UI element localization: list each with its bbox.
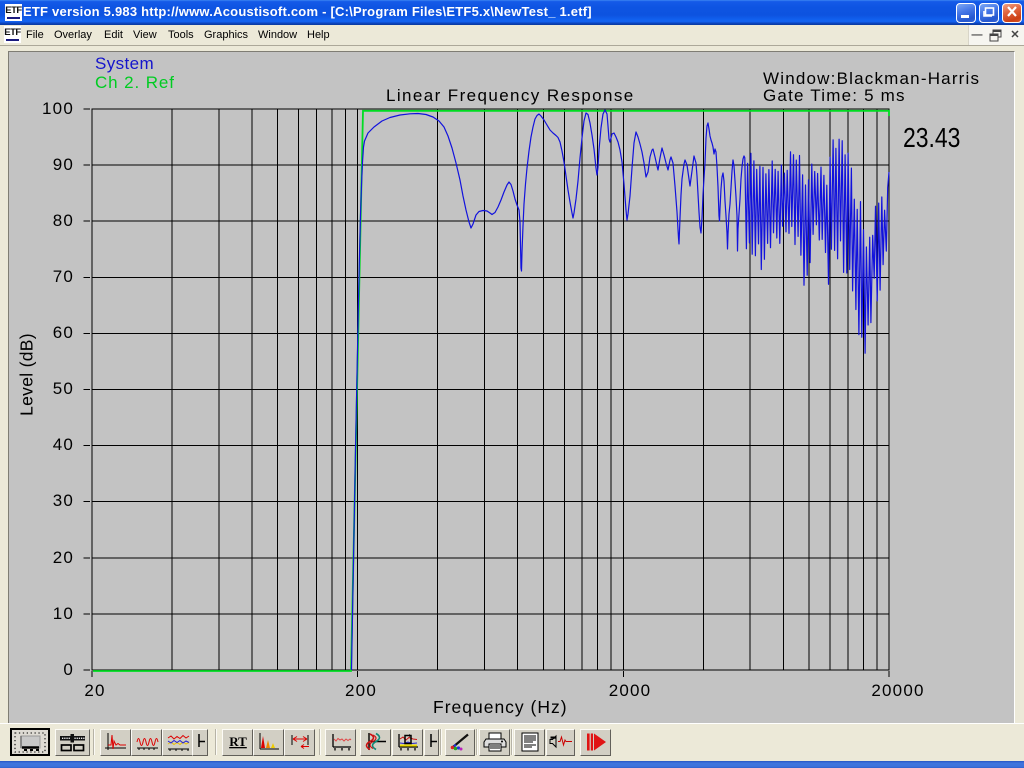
svg-text:RT: RT xyxy=(229,734,247,749)
